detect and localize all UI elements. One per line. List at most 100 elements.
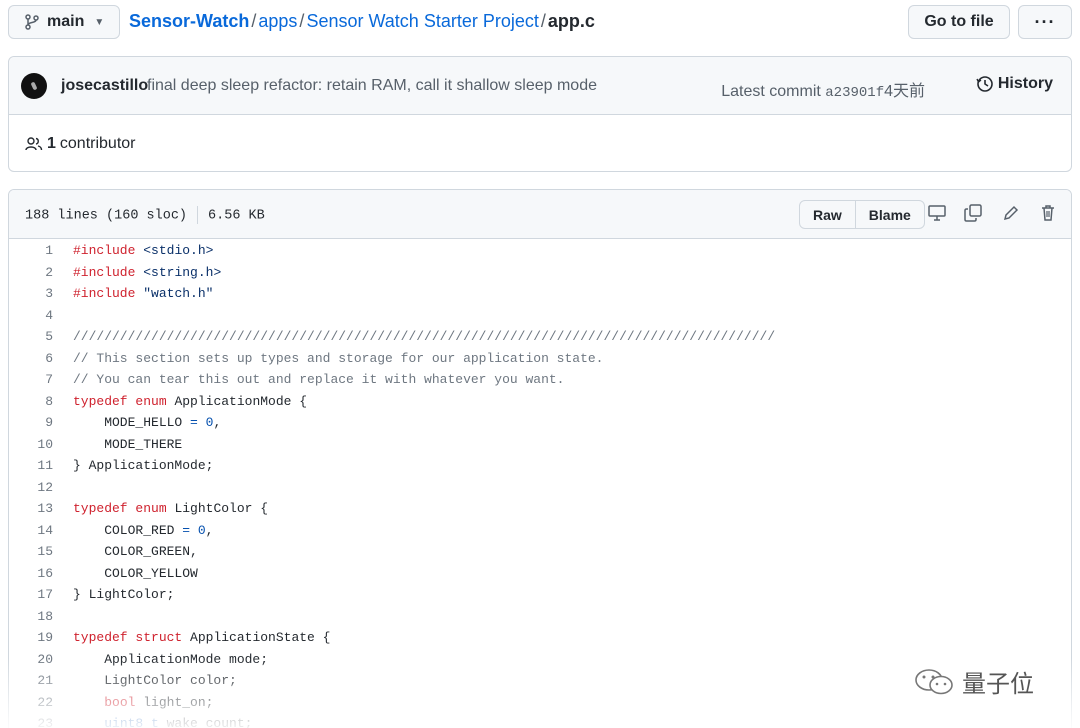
breadcrumb-project-link[interactable]: Sensor Watch Starter Project: [306, 11, 538, 31]
line-content: #include <string.h>: [73, 265, 221, 280]
line-number[interactable]: 13: [9, 501, 53, 516]
line-content: ////////////////////////////////////////…: [73, 329, 775, 344]
code-token: "watch.h": [143, 286, 214, 301]
code-line: 17 } LightColor;: [9, 584, 1071, 606]
line-content: // You can tear this out and replace it …: [73, 372, 564, 387]
code-token: COLOR_GREEN,: [73, 544, 198, 559]
code-line: 13 typedef enum LightColor {: [9, 498, 1071, 520]
code-token: =: [190, 415, 198, 430]
commit-meta: Latest commit a23901f4天前: [721, 77, 925, 101]
code-line: 1 #include <stdio.h>: [9, 240, 1071, 262]
line-content: } LightColor;: [73, 587, 174, 602]
code-line: 12: [9, 477, 1071, 499]
code-token: <string.h>: [143, 264, 222, 280]
raw-button[interactable]: Raw: [800, 201, 855, 228]
code-token: #include: [73, 286, 136, 301]
code-token: ,: [205, 522, 214, 538]
line-content: COLOR_YELLOW: [73, 566, 198, 581]
line-number[interactable]: 14: [9, 523, 53, 538]
line-number[interactable]: 1: [9, 243, 53, 258]
code-token: // This section sets up types and storag…: [73, 350, 604, 366]
code-line: 10 MODE_THERE: [9, 434, 1071, 456]
latest-commit-label: Latest commit: [721, 83, 821, 100]
code-line: 19 typedef struct ApplicationState {: [9, 627, 1071, 649]
people-icon: [25, 137, 43, 151]
code-token: } LightColor;: [73, 587, 175, 602]
file-size: 6.56 KB: [208, 208, 265, 224]
code-token: ApplicationMode {: [166, 393, 308, 409]
pencil-icon[interactable]: [1001, 204, 1021, 222]
code-token: ,: [213, 415, 222, 430]
code-token: <stdio.h>: [143, 243, 214, 258]
copy-icon[interactable]: [963, 204, 983, 222]
code-token: COLOR_RED: [73, 522, 183, 538]
line-number[interactable]: 17: [9, 587, 53, 602]
line-content: typedef enum ApplicationMode {: [73, 394, 307, 409]
line-content: typedef struct ApplicationState {: [73, 630, 330, 645]
line-content: #include <stdio.h>: [73, 243, 213, 258]
trash-icon[interactable]: [1039, 204, 1057, 222]
watermark-text: 量子位: [962, 670, 1034, 698]
breadcrumb-separator: /: [299, 11, 305, 31]
line-number[interactable]: 10: [9, 437, 53, 452]
line-number[interactable]: 8: [9, 394, 53, 409]
code-token: typedef: [73, 393, 128, 409]
line-number[interactable]: 19: [9, 630, 53, 645]
breadcrumb-apps-link[interactable]: apps: [258, 11, 297, 31]
code-token: =: [182, 522, 191, 538]
line-number[interactable]: 7: [9, 372, 53, 387]
history-link[interactable]: History: [976, 75, 1053, 93]
git-branch-icon: [25, 14, 39, 30]
chevron-down-icon: ▼: [94, 16, 105, 28]
line-content: typedef enum LightColor {: [73, 501, 268, 516]
code-line: 9 MODE_HELLO = 0,: [9, 412, 1071, 434]
line-number[interactable]: 3: [9, 286, 53, 301]
code-line: 6 // This section sets up types and stora…: [9, 348, 1071, 370]
avatar[interactable]: [21, 73, 47, 99]
contributors-label: contributor: [59, 135, 136, 152]
contributors-link[interactable]: 1 contributor: [25, 135, 136, 153]
line-number[interactable]: 16: [9, 566, 53, 581]
code-token: // You can tear this out and replace it …: [73, 372, 565, 387]
commit-age: 4天前: [884, 83, 925, 100]
commit-author-link[interactable]: josecastillo: [61, 77, 148, 95]
branch-select-button[interactable]: main ▼: [8, 5, 120, 39]
line-content: COLOR_GREEN,: [73, 544, 198, 559]
line-number[interactable]: 18: [9, 609, 53, 624]
file-lines-info: 188 lines (160 sloc): [25, 208, 188, 224]
line-content: COLOR_RED = 0,: [73, 523, 213, 538]
more-options-button[interactable]: ···: [1018, 5, 1072, 39]
line-number[interactable]: 6: [9, 351, 53, 366]
watermark: 量子位: [912, 664, 1034, 699]
line-content: MODE_THERE: [73, 437, 182, 452]
breadcrumb-separator: /: [540, 11, 546, 31]
line-number[interactable]: 11: [9, 458, 53, 473]
line-content: // This section sets up types and storag…: [73, 351, 604, 366]
history-label: History: [997, 75, 1053, 92]
breadcrumb-repo-link[interactable]: Sensor-Watch: [129, 11, 249, 31]
line-number[interactable]: 5: [9, 329, 53, 344]
line-number[interactable]: 4: [9, 308, 53, 323]
line-content: MODE_HELLO = 0,: [73, 415, 221, 430]
line-number[interactable]: 2: [9, 265, 53, 280]
code-line: 18: [9, 606, 1071, 628]
latest-commit-box: josecastillo final deep sleep refactor: …: [8, 56, 1072, 172]
line-number[interactable]: 15: [9, 544, 53, 559]
blame-button[interactable]: Blame: [854, 201, 924, 228]
line-number[interactable]: 12: [9, 480, 53, 495]
line-content: #include "watch.h": [73, 286, 213, 301]
contributors-count: 1: [47, 135, 56, 152]
commit-message-link[interactable]: final deep sleep refactor: retain RAM, c…: [147, 77, 597, 95]
code-line: 2 #include <string.h>: [9, 262, 1071, 284]
file-header: 188 lines (160 sloc) 6.56 KB Raw Blame: [9, 190, 1071, 239]
code-line: 4: [9, 305, 1071, 327]
line-number[interactable]: 9: [9, 415, 53, 430]
desktop-icon[interactable]: [927, 204, 947, 222]
divider: [197, 206, 199, 224]
code-token: typedef: [73, 501, 128, 516]
code-line: 15 COLOR_GREEN,: [9, 541, 1071, 563]
wechat-logo-icon: [915, 668, 953, 694]
go-to-file-button[interactable]: Go to file: [908, 5, 1010, 39]
commit-sha-link[interactable]: a23901f: [825, 85, 884, 101]
